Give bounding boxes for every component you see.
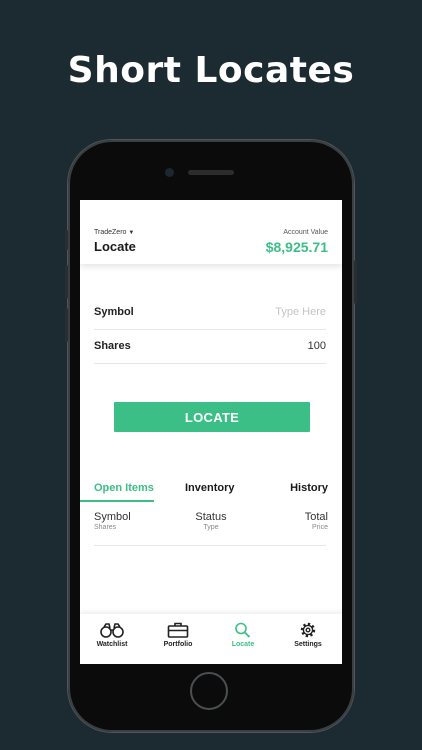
symbol-label: Symbol — [94, 306, 134, 318]
nav-locate[interactable]: Locate — [213, 622, 273, 648]
shares-input[interactable] — [206, 336, 326, 356]
tab-history[interactable]: History — [290, 482, 328, 494]
briefcase-icon — [167, 622, 189, 638]
nav-watchlist[interactable]: Watchlist — [82, 622, 142, 648]
tab-inventory[interactable]: Inventory — [185, 482, 235, 494]
power-button — [354, 260, 357, 304]
home-button[interactable] — [190, 672, 228, 710]
nav-settings[interactable]: Settings — [278, 622, 338, 648]
shares-row: Shares — [94, 330, 326, 364]
active-tab-indicator — [80, 500, 154, 502]
app-header: TradeZero ▼ Locate Account Value $8,925.7… — [80, 200, 342, 264]
column-subtitle: Shares — [94, 524, 117, 531]
account-value: $8,925.71 — [265, 239, 328, 255]
nav-portfolio[interactable]: Portfolio — [148, 622, 208, 648]
account-value-label: Account Value — [283, 229, 328, 236]
front-camera — [165, 168, 174, 177]
column-title: Status — [195, 511, 227, 523]
column-header-status: Status Type — [186, 511, 236, 531]
nav-label: Settings — [294, 641, 322, 648]
promo-headline: Short Locates — [67, 50, 355, 91]
bottom-nav: Watchlist Portfolio Locate Settings — [80, 614, 342, 664]
gear-icon — [300, 622, 316, 638]
broker-name: TradeZero — [94, 229, 127, 236]
phone-frame: TradeZero ▼ Locate Account Value $8,925.7… — [65, 140, 357, 732]
volume-up-button — [65, 265, 68, 299]
caret-down-icon: ▼ — [128, 230, 135, 236]
nav-label: Locate — [231, 641, 255, 648]
nav-label: Portfolio — [163, 641, 193, 648]
shares-label: Shares — [94, 340, 131, 352]
symbol-input[interactable] — [206, 302, 326, 322]
broker-selector[interactable]: TradeZero ▼ — [94, 229, 134, 236]
app-screen: TradeZero ▼ Locate Account Value $8,925.7… — [80, 200, 342, 664]
search-icon — [235, 622, 251, 638]
volume-down-button — [65, 308, 68, 342]
column-title: Symbol — [94, 511, 131, 523]
tab-open-items[interactable]: Open Items — [94, 482, 154, 494]
nav-label: Watchlist — [96, 641, 128, 648]
column-subtitle: Price — [312, 524, 328, 531]
page-title: Locate — [94, 239, 136, 254]
mute-switch — [65, 230, 68, 250]
binoculars-icon — [100, 623, 124, 638]
locate-button[interactable]: LOCATE — [114, 402, 310, 432]
divider — [94, 545, 326, 546]
column-title: Total — [304, 511, 328, 523]
earpiece-speaker — [188, 170, 234, 175]
column-header-total: Total Price — [305, 511, 328, 531]
symbol-row: Symbol — [94, 296, 326, 330]
column-header-symbol: Symbol Shares — [94, 511, 131, 531]
column-subtitle: Type — [203, 524, 219, 531]
